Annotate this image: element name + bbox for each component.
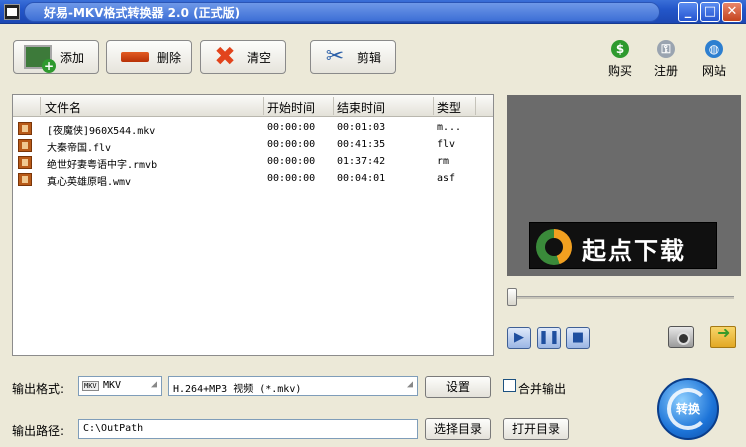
row-filename: 真心英雄原唱.wmv — [47, 177, 132, 188]
scissors-icon: ✂ — [325, 44, 345, 69]
dropdown-arrow-icon: ◢ — [150, 379, 157, 390]
open-directory-button[interactable]: 打开目录 — [503, 418, 569, 440]
convert-button[interactable]: 转换 — [657, 378, 719, 440]
register-button[interactable]: ⚿ 注册 — [646, 40, 686, 79]
stop-button[interactable]: ■ — [566, 327, 590, 349]
column-filename[interactable]: 文件名 — [45, 99, 81, 116]
row-start: 00:00:00 — [267, 156, 316, 167]
maximize-button[interactable]: □ — [700, 2, 720, 22]
buy-button[interactable]: $ 购买 — [600, 40, 640, 79]
output-format-label: 输出格式: — [12, 382, 65, 396]
merge-output-checkbox[interactable] — [503, 379, 516, 392]
globe-icon: ◍ — [705, 40, 723, 58]
play-button[interactable]: ▶ — [507, 327, 531, 349]
row-end: 00:04:01 — [337, 173, 386, 184]
add-button[interactable]: 添加 — [13, 40, 99, 74]
clear-button-label: 清空 — [247, 50, 272, 65]
mkv-badge-icon: MKV — [82, 381, 99, 391]
row-end: 00:01:03 — [337, 122, 386, 133]
output-path-input[interactable]: C:\OutPath — [78, 419, 418, 439]
register-label: 注册 — [653, 64, 678, 78]
logo-swirl-icon — [536, 229, 572, 265]
preview-logo: 起点下载 — [529, 222, 717, 269]
table-row[interactable]: 绝世好妻粤语中字.rmvb 00:00:00 01:37:42 rm — [13, 154, 493, 171]
row-filename: 绝世好妻粤语中字.rmvb — [47, 160, 158, 171]
row-type: flv — [437, 139, 456, 150]
convert-label: 转换 — [675, 402, 700, 416]
codec-select[interactable]: H.264+MP3 视频 (*.mkv) ◢ — [168, 376, 418, 396]
buy-label: 购买 — [607, 64, 632, 78]
stop-icon: ■ — [571, 330, 585, 345]
delete-button-label: 删除 — [157, 50, 182, 65]
website-button[interactable]: ◍ 网站 — [694, 40, 734, 79]
video-file-icon — [18, 156, 32, 169]
merge-output-label[interactable]: 合并输出 — [518, 380, 566, 397]
window-title: 好易-MKV格式转换器 2.0 (正式版) — [44, 6, 241, 20]
play-icon: ▶ — [514, 330, 524, 345]
cut-button-label: 剪辑 — [357, 50, 382, 65]
close-button[interactable]: ✕ — [722, 2, 742, 22]
minimize-button[interactable]: _ — [678, 2, 698, 22]
row-filename: [夜魔侠]960X544.mkv — [47, 126, 156, 137]
snapshot-camera-icon[interactable] — [668, 326, 694, 348]
seek-slider-handle[interactable] — [507, 288, 517, 306]
row-type: rm — [437, 156, 450, 167]
seek-track[interactable] — [510, 296, 734, 299]
row-type: asf — [437, 173, 456, 184]
app-icon[interactable] — [4, 4, 20, 20]
clear-button[interactable]: ✖ 清空 — [200, 40, 286, 74]
key-icon: ⚿ — [657, 40, 675, 58]
minus-icon — [121, 52, 149, 62]
row-end: 01:37:42 — [337, 156, 386, 167]
row-start: 00:00:00 — [267, 139, 316, 150]
output-path-value: C:\OutPath — [83, 423, 144, 434]
column-type[interactable]: 类型 — [437, 99, 461, 116]
dollar-icon: $ — [611, 40, 629, 58]
x-icon: ✖ — [214, 42, 236, 72]
format-select-value: MKV — [103, 380, 122, 391]
format-select[interactable]: MKV MKV ◢ — [78, 376, 162, 396]
output-path-label: 输出路径: — [12, 424, 65, 438]
logo-text: 起点下载 — [582, 237, 686, 265]
row-type: m... — [437, 122, 462, 133]
table-row[interactable]: 大秦帝国.flv 00:00:00 00:41:35 flv — [13, 137, 493, 154]
open-folder-icon[interactable] — [710, 323, 736, 348]
file-list[interactable]: 文件名 开始时间 结束时间 类型 [夜魔侠]960X544.mkv 00:00:… — [12, 94, 494, 356]
codec-select-value: H.264+MP3 视频 (*.mkv) — [173, 384, 302, 395]
row-start: 00:00:00 — [267, 173, 316, 184]
column-end-time[interactable]: 结束时间 — [337, 99, 385, 116]
add-button-label: 添加 — [60, 50, 85, 65]
file-list-header: 文件名 开始时间 结束时间 类型 — [13, 95, 493, 117]
pause-icon: ❚❚ — [538, 330, 560, 345]
delete-button[interactable]: 删除 — [106, 40, 192, 74]
row-filename: 大秦帝国.flv — [47, 143, 112, 154]
video-file-icon — [18, 173, 32, 186]
video-file-icon — [18, 139, 32, 152]
cut-button[interactable]: ✂ 剪辑 — [310, 40, 396, 74]
video-file-icon — [18, 122, 32, 135]
table-row[interactable]: 真心英雄原唱.wmv 00:00:00 00:04:01 asf — [13, 171, 493, 188]
row-start: 00:00:00 — [267, 122, 316, 133]
title-bar: 好易-MKV格式转换器 2.0 (正式版) _ □ ✕ — [0, 0, 746, 24]
row-end: 00:41:35 — [337, 139, 386, 150]
column-start-time[interactable]: 开始时间 — [267, 99, 315, 116]
pause-button[interactable]: ❚❚ — [537, 327, 561, 349]
dropdown-arrow-icon: ◢ — [406, 379, 413, 390]
website-label: 网站 — [701, 64, 726, 78]
app-window: 好易-MKV格式转换器 2.0 (正式版) _ □ ✕ 添加 删除 ✖ 清空 ✂… — [0, 0, 746, 447]
add-file-icon — [24, 45, 56, 73]
choose-directory-button[interactable]: 选择目录 — [425, 418, 491, 440]
settings-button[interactable]: 设置 — [425, 376, 491, 398]
table-row[interactable]: [夜魔侠]960X544.mkv 00:00:00 00:01:03 m... — [13, 120, 493, 137]
